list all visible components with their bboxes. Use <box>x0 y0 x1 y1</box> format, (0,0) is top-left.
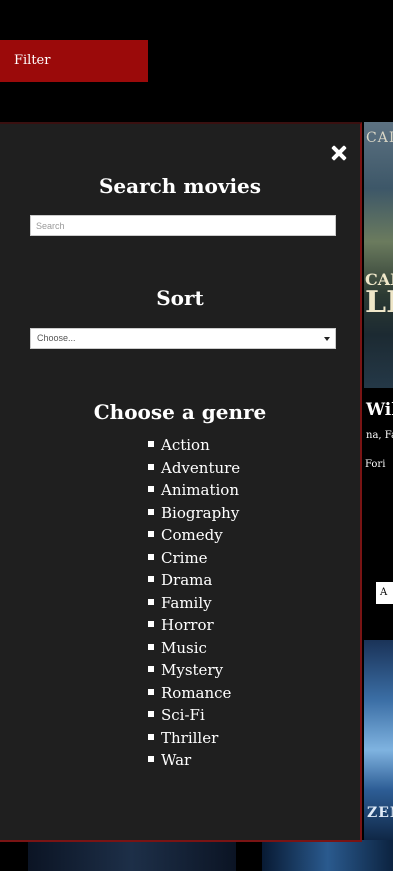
square-bullet-icon <box>148 666 154 672</box>
movie-poster[interactable]: ZEN <box>364 640 393 840</box>
genre-label: Family <box>161 593 212 612</box>
sort-heading: Sort <box>156 286 204 310</box>
genre-item[interactable]: Music <box>148 637 240 660</box>
square-bullet-icon <box>148 576 154 582</box>
square-bullet-icon <box>148 441 154 447</box>
chevron-down-icon <box>324 337 330 341</box>
genre-item[interactable]: Sci-Fi <box>148 704 240 727</box>
search-input[interactable] <box>30 215 336 236</box>
genre-label: Biography <box>161 503 240 522</box>
square-bullet-icon <box>148 598 154 605</box>
genre-label: Sci-Fi <box>161 706 205 724</box>
genre-item[interactable]: Mystery <box>148 659 240 682</box>
square-bullet-icon <box>148 463 154 470</box>
square-bullet-icon <box>148 688 154 695</box>
genre-item[interactable]: Biography <box>148 502 240 525</box>
square-bullet-icon <box>148 711 154 717</box>
genre-item[interactable]: Thriller <box>148 727 240 750</box>
movie-poster[interactable] <box>28 840 236 871</box>
square-bullet-icon <box>148 756 154 762</box>
movie-genres: na, Fa <box>366 430 393 441</box>
square-bullet-icon <box>148 531 154 537</box>
movie-poster[interactable] <box>262 840 393 871</box>
genre-label: Thriller <box>161 728 219 747</box>
genre-item[interactable]: Drama <box>148 569 240 592</box>
movie-card: Wil na, Fa Fori A <box>364 388 393 624</box>
genre-label: Crime <box>161 548 208 567</box>
filter-button[interactable]: Filter <box>0 40 148 82</box>
sort-select[interactable]: Choose... <box>30 328 336 349</box>
genre-item[interactable]: War <box>148 749 240 772</box>
filter-panel: Search movies Sort Choose... Choose a ge… <box>0 122 362 842</box>
genre-label: Action <box>161 436 210 454</box>
genre-label: Comedy <box>161 526 223 544</box>
genre-label: Drama <box>161 571 213 589</box>
poster-title-text: LL <box>365 285 393 320</box>
square-bullet-icon <box>148 553 154 560</box>
genre-heading: Choose a genre <box>93 400 267 424</box>
genre-label: Animation <box>161 481 239 499</box>
genre-item[interactable]: Comedy <box>148 524 240 547</box>
square-bullet-icon <box>148 643 154 650</box>
genre-item[interactable]: Adventure <box>148 457 240 480</box>
genre-label: Adventure <box>161 458 241 477</box>
genre-label: Horror <box>161 616 214 634</box>
genre-item[interactable]: Horror <box>148 614 240 637</box>
genre-label: Romance <box>161 683 232 702</box>
square-bullet-icon <box>148 508 154 515</box>
sort-selected-value: Choose... <box>37 333 76 343</box>
genre-item[interactable]: Crime <box>148 547 240 570</box>
genre-label: Music <box>161 638 207 657</box>
search-heading: Search movies <box>98 174 262 198</box>
genre-item[interactable]: Action <box>148 434 240 457</box>
genre-item[interactable]: Romance <box>148 682 240 705</box>
square-bullet-icon <box>148 621 154 627</box>
genre-list: Action Adventure Animation Biography Com… <box>148 434 240 772</box>
movie-title[interactable]: Wil <box>366 400 393 420</box>
genre-item[interactable]: Family <box>148 592 240 615</box>
genre-label: Mystery <box>161 661 224 679</box>
genre-label: War <box>161 751 192 769</box>
poster-title-text: CAI <box>366 130 393 146</box>
movie-poster[interactable]: CAI CAL LL <box>364 122 393 388</box>
square-bullet-icon <box>148 486 154 492</box>
square-bullet-icon <box>148 733 154 740</box>
close-icon[interactable] <box>330 144 348 162</box>
movie-info: Fori <box>365 459 386 470</box>
movie-action-button[interactable]: A <box>376 582 393 604</box>
genre-item[interactable]: Animation <box>148 479 240 502</box>
poster-title-text: ZEN <box>367 805 393 821</box>
